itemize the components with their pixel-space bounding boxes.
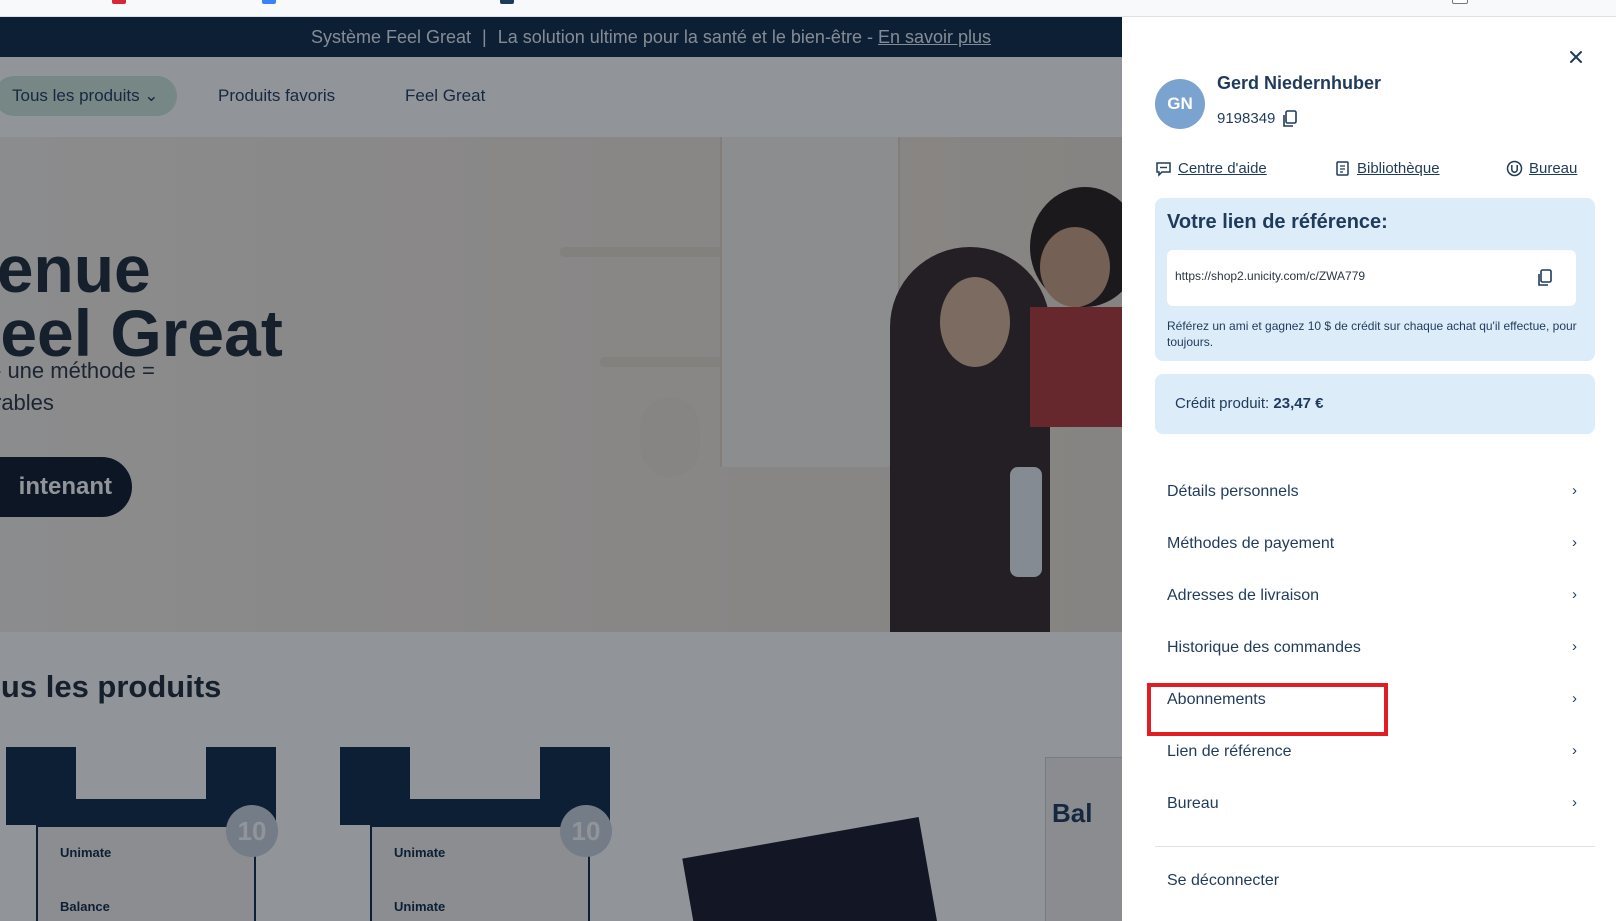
referral-description: Référez un ami et gagnez 10 $ de crédit … — [1167, 319, 1577, 349]
menu-item-order-history[interactable]: Historique des commandes › — [1155, 624, 1595, 674]
copy-icon[interactable] — [1282, 110, 1298, 128]
user-name: Gerd Niedernhuber — [1217, 73, 1382, 93]
chevron-right-icon: › — [1572, 534, 1577, 551]
referral-title: Votre lien de référence: — [1167, 211, 1388, 233]
chevron-right-icon: › — [1572, 794, 1577, 811]
office-link[interactable]: Bureau — [1506, 158, 1577, 178]
browser-bookmarks-bar — [0, 0, 1616, 17]
user-id: 9198349 — [1217, 110, 1276, 127]
menu-item-label: Historique des commandes — [1167, 639, 1361, 656]
bookmark-favicon[interactable] — [262, 0, 276, 4]
bookmark-favicon[interactable] — [500, 0, 514, 4]
help-center-link[interactable]: Centre d'aide — [1155, 158, 1267, 178]
library-label: Bibliothèque — [1357, 159, 1440, 177]
menu-item-label: Détails personnels — [1167, 483, 1299, 500]
menu-item-personal-details[interactable]: Détails personnels › — [1155, 468, 1595, 518]
chat-bubble-icon — [1156, 161, 1171, 177]
referral-url: https://shop2.unicity.com/c/ZWA779 — [1175, 269, 1366, 283]
referral-url-field[interactable]: https://shop2.unicity.com/c/ZWA779 — [1167, 250, 1576, 306]
chevron-right-icon: › — [1572, 586, 1577, 603]
library-link[interactable]: Bibliothèque — [1334, 158, 1440, 178]
menu-item-label: Lien de référence — [1167, 743, 1292, 760]
storefront-page: Système Feel Great | La solution ultime … — [0, 17, 1122, 921]
chevron-right-icon: › — [1572, 690, 1577, 707]
menu-item-subscriptions[interactable]: Abonnements › — [1155, 676, 1595, 726]
product-credit-label: Crédit produit: — [1175, 395, 1270, 412]
chevron-right-icon: › — [1572, 638, 1577, 655]
close-icon[interactable] — [1565, 46, 1587, 68]
menu-item-label: Méthodes de payement — [1167, 535, 1335, 552]
document-icon — [1336, 160, 1349, 176]
menu-item-office[interactable]: Bureau › — [1155, 780, 1595, 830]
menu-item-referral-link[interactable]: Lien de référence › — [1155, 728, 1595, 778]
chevron-right-icon: › — [1572, 482, 1577, 499]
product-credit-amount: 23,47 € — [1273, 395, 1324, 412]
avatar: GN — [1155, 79, 1205, 129]
menu-item-label: Bureau — [1167, 795, 1219, 812]
logout-button[interactable]: Se déconnecter — [1167, 872, 1279, 890]
menu-item-shipping-addresses[interactable]: Adresses de livraison › — [1155, 572, 1595, 622]
menu-item-label: Adresses de livraison — [1167, 587, 1320, 604]
bookmark-favicon[interactable] — [1452, 0, 1468, 4]
product-credit-card: Crédit produit: 23,47 € — [1155, 374, 1595, 434]
product-credit-text: Crédit produit: 23,47 € — [1175, 395, 1323, 412]
menu-item-label: Abonnements — [1167, 691, 1266, 708]
bookmark-favicon[interactable] — [112, 0, 126, 4]
menu-divider — [1155, 846, 1595, 847]
unicity-logo-icon — [1506, 160, 1523, 176]
copy-icon[interactable] — [1537, 269, 1553, 287]
office-label: Bureau — [1529, 159, 1578, 177]
menu-item-payment-methods[interactable]: Méthodes de payement › — [1155, 520, 1595, 570]
chevron-right-icon: › — [1572, 742, 1577, 759]
account-side-panel: GN Gerd Niedernhuber 9198349 Centre d'ai… — [1122, 17, 1616, 921]
referral-link-card: Votre lien de référence: https://shop2.u… — [1155, 198, 1595, 361]
modal-backdrop[interactable] — [0, 17, 1122, 921]
help-center-label: Centre d'aide — [1178, 159, 1267, 177]
